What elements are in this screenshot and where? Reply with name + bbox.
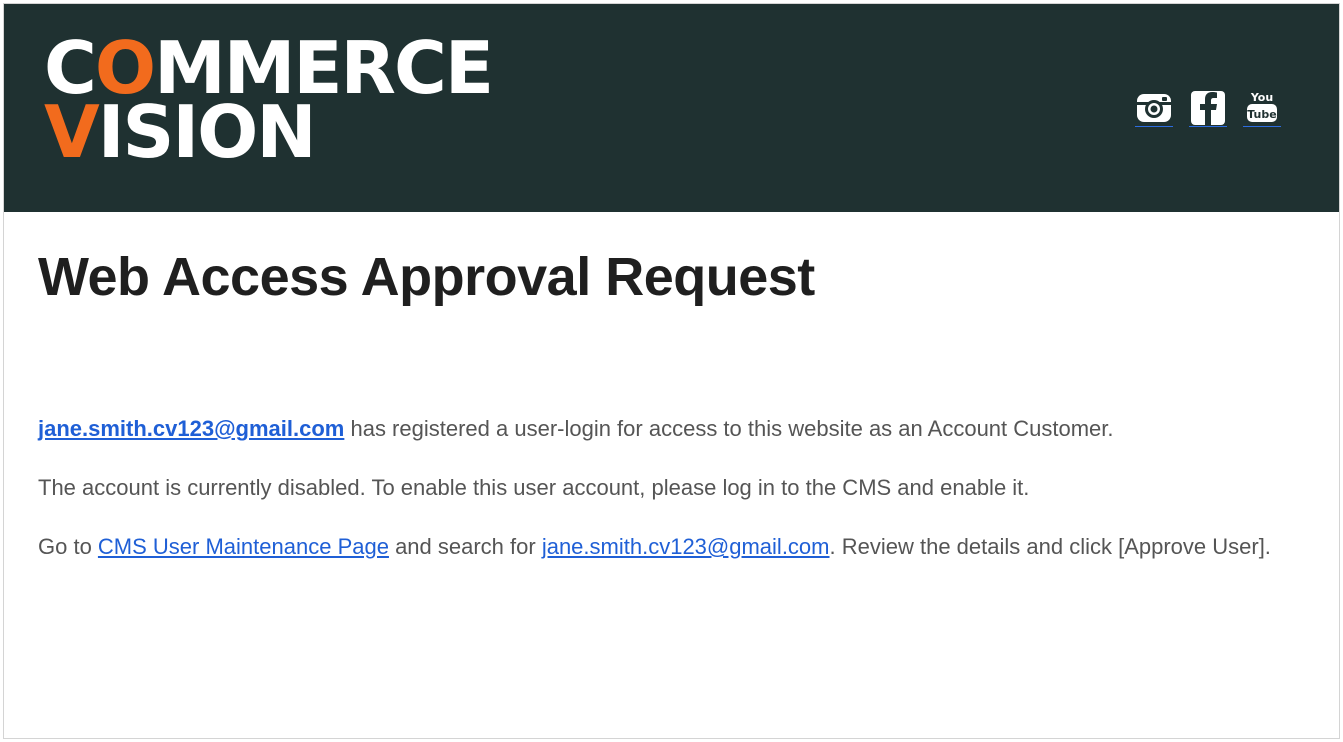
svg-text:You: You: [1250, 91, 1273, 104]
facebook-link[interactable]: [1189, 88, 1227, 127]
youtube-icon: You Tube: [1247, 91, 1277, 122]
email-header: COMMERCE VISION You Tube: [4, 4, 1339, 212]
cms-user-maintenance-link[interactable]: CMS User Maintenance Page: [98, 534, 389, 559]
email-body: Web Access Approval Request jane.smith.c…: [38, 212, 1305, 564]
search-email-link[interactable]: jane.smith.cv123@gmail.com: [542, 534, 830, 559]
social-links: You Tube: [1135, 88, 1281, 127]
disabled-paragraph: The account is currently disabled. To en…: [38, 475, 1030, 500]
svg-text:Tube: Tube: [1247, 108, 1276, 121]
commerce-vision-logo: COMMERCE VISION: [44, 32, 494, 168]
instagram-icon: [1137, 94, 1171, 122]
instructions-paragraph: Go to CMS User Maintenance Page and sear…: [38, 534, 1271, 559]
youtube-link[interactable]: You Tube: [1243, 88, 1281, 127]
user-email-link[interactable]: jane.smith.cv123@gmail.com: [38, 416, 344, 441]
email-frame: COMMERCE VISION You Tube Web Access Appr…: [3, 3, 1340, 739]
registration-text: has registered a user-login for access t…: [344, 416, 1114, 441]
page-title: Web Access Approval Request: [38, 247, 815, 307]
facebook-icon: [1191, 91, 1225, 125]
instagram-link[interactable]: [1135, 88, 1173, 127]
registration-paragraph: jane.smith.cv123@gmail.com has registere…: [38, 412, 1305, 446]
